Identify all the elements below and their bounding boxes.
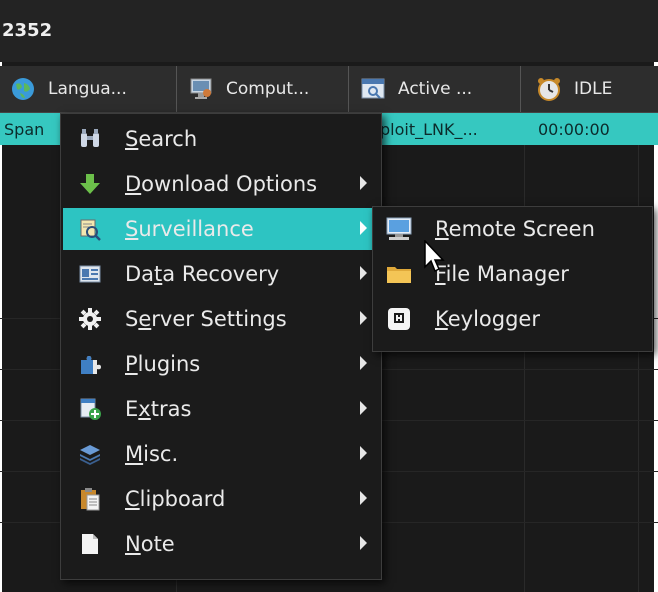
menu-item-label: Surveillance — [125, 217, 254, 241]
submenu-item-label: Remote Screen — [435, 217, 595, 241]
binoculars-icon — [77, 126, 103, 152]
submenu-item-label: File Manager — [435, 262, 569, 286]
layers-icon — [77, 441, 103, 467]
note-icon — [77, 531, 103, 557]
globe-icon — [12, 78, 34, 100]
chevron-right-icon — [360, 536, 367, 550]
download-arrow-icon — [77, 171, 103, 197]
menu-item-surveillance[interactable]: Surveillance — [63, 208, 379, 250]
chevron-right-icon — [360, 311, 367, 325]
table-header: Langua... Comput... Active ... IDLE — [0, 66, 658, 113]
column-header-label: Active ... — [398, 79, 473, 99]
cell-language: Span — [4, 119, 45, 139]
surveillance-icon — [77, 216, 103, 242]
column-header-idle[interactable]: IDLE — [536, 66, 654, 112]
submenu-item-label: Keylogger — [435, 307, 540, 331]
menu-item-label: Misc. — [125, 442, 179, 466]
gear-icon — [77, 306, 103, 332]
menu-item-download-options[interactable]: Download Options — [63, 163, 379, 205]
menu-item-search[interactable]: Search — [63, 118, 379, 160]
title-bar: 2352 — [0, 0, 658, 62]
context-menu: Search Download Options Surveillance Dat… — [60, 113, 382, 580]
menu-item-server-settings[interactable]: Server Settings — [63, 298, 379, 340]
column-header-label: Comput... — [226, 79, 310, 99]
cell-idle: 00:00:00 — [538, 119, 610, 139]
chevron-right-icon — [360, 446, 367, 460]
column-header-computer[interactable]: Comput... — [188, 66, 349, 112]
menu-item-note[interactable]: Note — [63, 523, 379, 565]
chevron-right-icon — [360, 491, 367, 505]
clipboard-icon — [77, 486, 103, 512]
column-header-active[interactable]: Active ... — [360, 66, 521, 112]
chevron-right-icon — [360, 401, 367, 415]
menu-item-label: Note — [125, 532, 175, 556]
menu-item-label: Clipboard — [125, 487, 226, 511]
chevron-right-icon — [360, 176, 367, 190]
monitor-icon — [385, 215, 413, 243]
cell-active-window: ploit_LNK_... — [380, 119, 478, 139]
chevron-right-icon — [360, 266, 367, 280]
menu-item-clipboard[interactable]: Clipboard — [63, 478, 379, 520]
menu-item-label: Download Options — [125, 172, 318, 196]
submenu-item-keylogger[interactable]: Keylogger — [375, 297, 650, 341]
surveillance-submenu: Remote Screen File Manager Keylogger — [372, 206, 653, 352]
menu-item-label: Extras — [125, 397, 192, 421]
keyboard-key-icon — [385, 305, 413, 333]
chevron-right-icon — [360, 221, 367, 235]
menu-item-label: Search — [125, 127, 198, 151]
menu-item-label: Plugins — [125, 352, 201, 376]
column-header-language[interactable]: Langua... — [10, 66, 177, 112]
chevron-right-icon — [360, 356, 367, 370]
submenu-item-file-manager[interactable]: File Manager — [375, 252, 650, 296]
menu-item-plugins[interactable]: Plugins — [63, 343, 379, 385]
menu-item-extras[interactable]: Extras — [63, 388, 379, 430]
menu-item-data-recovery[interactable]: Data Recovery — [63, 253, 379, 295]
column-header-label: Langua... — [48, 79, 127, 99]
menu-item-label: Server Settings — [125, 307, 287, 331]
folder-icon — [385, 260, 413, 288]
folder-plus-icon — [77, 396, 103, 422]
mouse-cursor-icon — [424, 240, 445, 273]
submenu-item-remote-screen[interactable]: Remote Screen — [375, 207, 650, 251]
alarm-clock-icon — [538, 78, 560, 101]
menu-item-misc[interactable]: Misc. — [63, 433, 379, 475]
window-title: 2352 — [2, 20, 53, 41]
column-header-label: IDLE — [574, 79, 613, 99]
window-icon — [361, 78, 385, 99]
menu-item-label: Data Recovery — [125, 262, 280, 286]
computer-icon — [190, 78, 212, 99]
data-card-icon — [77, 261, 103, 287]
puzzle-icon — [77, 351, 103, 377]
